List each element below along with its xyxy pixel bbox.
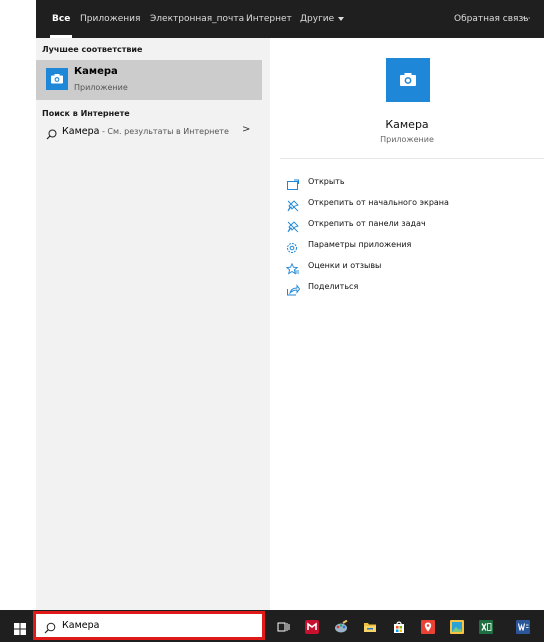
star-icon bbox=[285, 260, 300, 279]
unpin-taskbar-icon bbox=[286, 218, 300, 237]
best-match-subtitle: Приложение bbox=[74, 83, 128, 92]
file-explorer-icon[interactable] bbox=[363, 619, 377, 633]
search-icon bbox=[46, 125, 57, 144]
filter-bar: Все Приложения Электронная_почта Интерне… bbox=[36, 0, 544, 38]
excel-icon[interactable] bbox=[479, 619, 493, 634]
tab-all[interactable]: Все bbox=[49, 0, 73, 38]
windows-start-icon[interactable] bbox=[14, 620, 26, 639]
action-unpin-start-label: Открепить от начального экрана bbox=[308, 198, 449, 207]
more-options-button[interactable]: ··· bbox=[522, 0, 531, 38]
search-query-text: Камера bbox=[62, 620, 100, 631]
store-icon[interactable] bbox=[392, 619, 406, 633]
action-open-label: Открыть bbox=[308, 177, 345, 186]
maps-icon[interactable] bbox=[421, 619, 435, 634]
tab-web[interactable]: Интернет bbox=[246, 0, 292, 38]
open-icon bbox=[286, 176, 300, 195]
action-app-settings-label: Параметры приложения bbox=[308, 240, 412, 249]
mcafee-icon[interactable] bbox=[305, 619, 319, 634]
word-icon[interactable] bbox=[516, 619, 530, 634]
web-result-text: Камера - См. результаты в Интернете bbox=[62, 126, 229, 137]
web-search-result[interactable]: Камера - См. результаты в Интернете > bbox=[36, 120, 262, 144]
desktop-edge bbox=[0, 0, 36, 610]
action-unpin-taskbar-label: Открепить от панели задач bbox=[308, 219, 426, 228]
best-match-title: Камера bbox=[74, 66, 118, 77]
results-list: Лучшее соответствие Камера Приложение По… bbox=[36, 38, 262, 610]
search-panel: Все Приложения Электронная_почта Интерне… bbox=[36, 0, 544, 610]
tab-other-label: Другие bbox=[300, 14, 335, 24]
chevron-down-icon bbox=[338, 16, 345, 21]
preview-title: Камера bbox=[385, 118, 429, 131]
unpin-start-icon bbox=[286, 197, 300, 216]
preview-subtitle: Приложение bbox=[380, 135, 434, 144]
task-view-icon[interactable] bbox=[276, 619, 290, 633]
web-search-header: Поиск в Интернете bbox=[42, 109, 130, 118]
share-icon bbox=[286, 281, 301, 300]
tab-other[interactable]: Другие bbox=[300, 0, 345, 38]
tab-apps[interactable]: Приложения bbox=[80, 0, 140, 38]
camera-icon bbox=[46, 68, 68, 90]
gear-icon bbox=[286, 239, 300, 258]
best-match-header: Лучшее соответствие bbox=[42, 45, 143, 54]
chevron-right-icon[interactable]: > bbox=[242, 124, 250, 135]
preview-pane: Камера Приложение Открыть Открепить от н… bbox=[270, 38, 544, 610]
paint-icon[interactable] bbox=[334, 619, 348, 633]
taskbar-search-input[interactable]: Камера bbox=[36, 613, 262, 639]
feedback-button[interactable]: Обратная связь bbox=[454, 0, 529, 38]
search-icon bbox=[44, 619, 56, 638]
best-match-item[interactable]: Камера Приложение bbox=[36, 60, 262, 100]
action-share-label: Поделиться bbox=[308, 282, 359, 291]
tab-email[interactable]: Электронная_почта bbox=[150, 0, 244, 38]
divider bbox=[280, 158, 544, 159]
photos-icon[interactable] bbox=[450, 619, 464, 634]
action-rate-review-label: Оценки и отзывы bbox=[308, 261, 382, 270]
taskbar: Камера bbox=[0, 610, 544, 642]
web-result-hint: - См. результаты в Интернете bbox=[99, 127, 229, 136]
web-result-query: Камера bbox=[62, 126, 100, 137]
camera-app-icon bbox=[386, 58, 430, 102]
